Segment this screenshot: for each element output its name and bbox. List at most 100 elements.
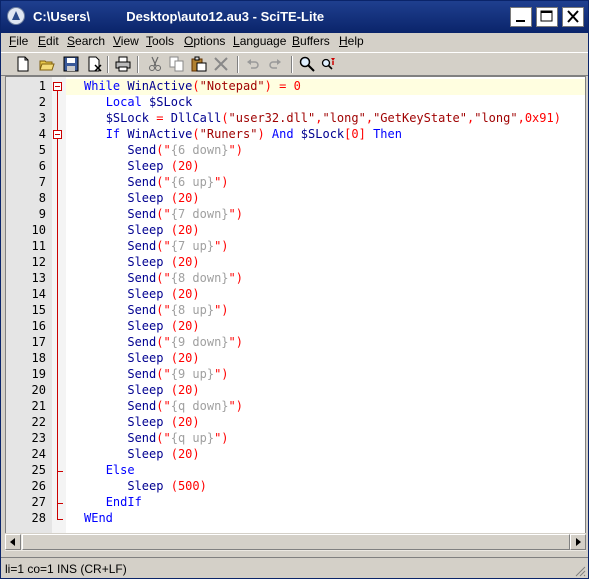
code-line[interactable]: EndIf [66,495,585,511]
code-line[interactable]: If WinActive("Runers") And $SLock[0] The… [66,127,585,143]
code-line[interactable]: WEnd [66,511,585,527]
find-icon[interactable] [297,55,317,74]
fold-end-marker [57,503,63,504]
fold-end-marker [57,471,63,472]
menu-options[interactable]: Options [184,34,225,48]
line-number: 26 [31,479,46,493]
line-number: 20 [31,383,46,397]
code-line[interactable]: Send("{q up}") [66,431,585,447]
fold-toggle-while[interactable] [53,82,62,91]
paste-icon[interactable] [189,55,209,74]
status-bar: li=1 co=1 INS (CR+LF) [1,557,588,579]
line-number: 15 [31,303,46,317]
scite-app-icon[interactable] [7,7,25,25]
close-icon [567,10,579,23]
copy-icon[interactable] [167,55,187,74]
code-line[interactable]: Send("{8 up}") [66,303,585,319]
line-number: 14 [31,287,46,301]
resize-grip-icon[interactable] [574,565,586,577]
code-line[interactable]: Send("{7 up}") [66,239,585,255]
title-bar[interactable]: C:\Users\ Desktop\auto12.au3 - SciTE-Lit… [1,1,588,33]
line-number: 27 [31,495,46,509]
line-number: 16 [31,319,46,333]
scroll-right-button[interactable] [570,534,586,550]
delete-icon[interactable] [211,55,231,74]
code-line[interactable]: Sleep (500) [66,479,585,495]
scrollbar-thumb[interactable] [22,534,570,550]
redo-icon[interactable] [265,55,285,74]
code-line[interactable]: Send("{9 down}") [66,335,585,351]
close-file-icon[interactable] [85,55,105,74]
menu-tools[interactable]: Tools [146,34,174,48]
right-arrow-icon [576,538,581,546]
open-file-icon[interactable] [37,55,57,74]
menu-bar: File Edit Search View Tools Options Language Bu… [1,33,588,51]
line-number: 21 [31,399,46,413]
code-line[interactable]: $SLock = DllCall("user32.dll","long","Ge… [66,111,585,127]
maximize-button[interactable] [536,7,558,27]
line-number: 4 [38,127,46,141]
save-icon[interactable] [61,55,81,74]
line-number: 6 [38,159,46,173]
line-number: 1 [38,79,46,93]
window-title: C:\Users\ Desktop\auto12.au3 - SciTE-Lit… [33,9,325,24]
scroll-left-button[interactable] [5,534,21,550]
line-number: 11 [31,239,46,253]
code-line[interactable]: Sleep (20) [66,287,585,303]
code-line[interactable]: Else [66,463,585,479]
line-number: 24 [31,447,46,461]
fold-end-marker [57,519,63,520]
undo-icon[interactable] [243,55,263,74]
menu-language[interactable]: Language [233,34,286,48]
code-line[interactable]: Send("{9 up}") [66,367,585,383]
fold-toggle-if[interactable] [53,130,62,139]
code-line[interactable]: Sleep (20) [66,415,585,431]
maximize-icon [540,10,553,22]
code-line[interactable]: Send("{6 down}") [66,143,585,159]
menu-file[interactable]: File [9,34,28,48]
code-line[interactable]: Send("{7 down}") [66,207,585,223]
line-number: 28 [31,511,46,525]
left-arrow-icon [10,538,15,546]
code-line[interactable]: Sleep (20) [66,319,585,335]
line-number: 2 [38,95,46,109]
menu-search[interactable]: Search [67,34,105,48]
code-line[interactable]: Sleep (20) [66,159,585,175]
print-icon[interactable] [113,55,133,74]
menu-edit[interactable]: Edit [38,34,59,48]
minimize-icon [516,20,525,22]
menu-help[interactable]: Help [339,34,364,48]
code-line[interactable]: Send("{q down}") [66,399,585,415]
code-line[interactable]: Sleep (20) [66,351,585,367]
close-button[interactable] [562,7,584,27]
line-number: 12 [31,255,46,269]
code-line[interactable]: Sleep (20) [66,223,585,239]
line-number: 25 [31,463,46,477]
code-line[interactable]: Sleep (20) [66,447,585,463]
code-line[interactable]: Sleep (20) [66,383,585,399]
code-line[interactable]: Sleep (20) [66,255,585,271]
menu-view[interactable]: View [113,34,139,48]
line-number: 18 [31,351,46,365]
toolbar [1,52,588,76]
code-line[interactable]: Send("{6 up}") [66,175,585,191]
code-line[interactable]: Local $SLock [66,95,585,111]
fold-margin[interactable] [52,77,66,533]
line-number: 22 [31,415,46,429]
menu-buffers[interactable]: Buffers [292,34,330,48]
minimize-button[interactable] [510,7,532,27]
new-file-icon[interactable] [13,55,33,74]
line-number: 7 [38,175,46,189]
line-number: 9 [38,207,46,221]
code-line[interactable]: Sleep (20) [66,191,585,207]
line-number: 19 [31,367,46,381]
line-number-margin: 1 2 3 4 5 6 7 8 9 10 11 12 13 14 15 16 17 18 19 20 21 22 23 24 2… [6,77,52,533]
code-line[interactable]: Send("{8 down}") [66,271,585,287]
replace-icon[interactable] [319,55,339,74]
line-number: 17 [31,335,46,349]
horizontal-scrollbar[interactable] [5,533,586,551]
code-text-area[interactable]: While WinActive("Notepad") = 0 Local $SL… [66,77,585,533]
code-line[interactable]: While WinActive("Notepad") = 0 [66,79,585,95]
cut-icon[interactable] [145,55,165,74]
code-editor[interactable]: 1 2 3 4 5 6 7 8 9 10 11 12 13 14 15 16 17 18 19 20 21 22 23 24 2… [5,76,586,534]
